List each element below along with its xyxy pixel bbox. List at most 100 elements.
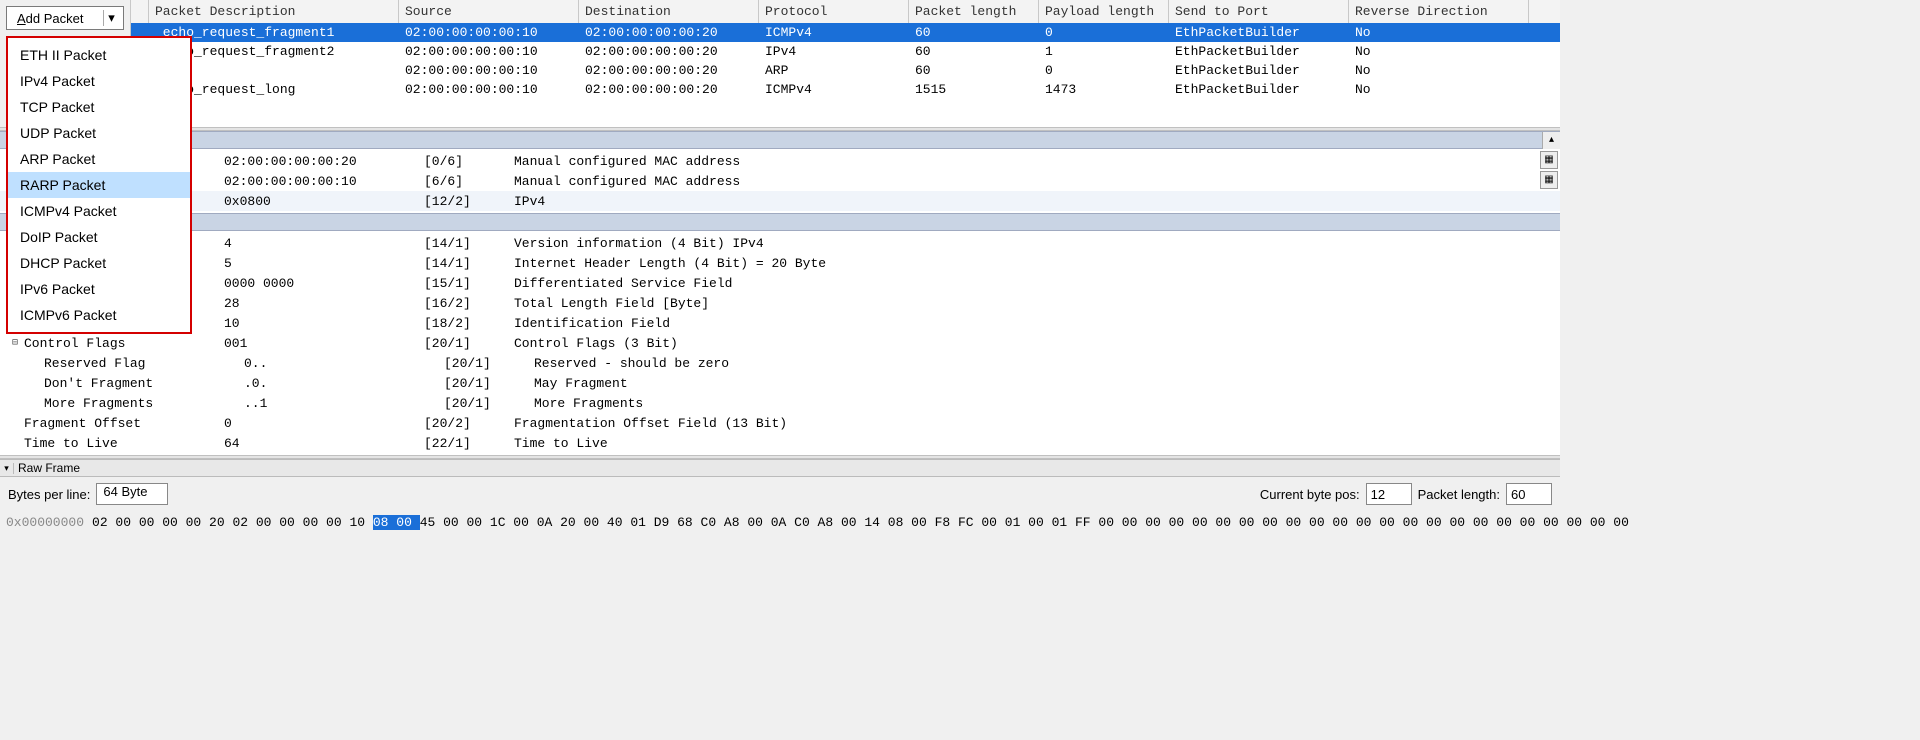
section-header-ip[interactable] — [0, 213, 1560, 231]
detail-row[interactable]: Fragment Offset0[20/2]Fragmentation Offs… — [0, 413, 1560, 433]
detail-row[interactable]: ⊞DS Field0000 0000[15/1]Differentiated S… — [0, 273, 1560, 293]
menu-item[interactable]: IPv4 Packet — [8, 68, 190, 94]
field-pos: [14/1] — [424, 256, 514, 271]
field-pos: [14/1] — [424, 236, 514, 251]
field-value: 64 — [224, 436, 424, 451]
packet-length-label: Packet length: — [1418, 487, 1500, 502]
hex-bytes-highlight: 08 00 — [373, 515, 420, 530]
field-desc: IPv4 — [514, 194, 1560, 209]
field-pos: [16/2] — [424, 296, 514, 311]
field-value: 0.. — [244, 356, 444, 371]
field-pos: [20/1] — [424, 336, 514, 351]
grid-header-cell[interactable]: Payload length — [1039, 0, 1169, 23]
field-value: .0. — [244, 376, 444, 391]
packet-length-input[interactable] — [1506, 483, 1552, 505]
field-name: More Fragments — [44, 396, 244, 411]
grid-cell: 60 — [909, 42, 1039, 61]
chevron-down-icon[interactable]: ▾ — [0, 463, 14, 474]
field-name: Reserved Flag — [44, 356, 244, 371]
table-row[interactable]: ply02:00:00:00:00:1002:00:00:00:00:20ARP… — [131, 61, 1560, 80]
grid-header: Packet DescriptionSourceDestinationProto… — [131, 0, 1560, 23]
table-row[interactable]: _echo_request_fragment202:00:00:00:00:10… — [131, 42, 1560, 61]
grid-cell: 02:00:00:00:00:10 — [399, 23, 579, 42]
table-row[interactable]: _echo_request_fragment102:00:00:00:00:10… — [131, 23, 1560, 42]
chevron-down-icon[interactable]: ▾ — [103, 10, 119, 26]
grid-header-cell[interactable]: Protocol — [759, 0, 909, 23]
field-desc: Control Flags (3 Bit) — [514, 336, 1560, 351]
field-value: ..1 — [244, 396, 444, 411]
menu-item[interactable]: ARP Packet — [8, 146, 190, 172]
detail-tree-ip: 4[14/1]Version information (4 Bit) IPv4H… — [0, 231, 1560, 455]
field-value: 10 — [224, 316, 424, 331]
grid-header-cell[interactable]: Reverse Direction — [1349, 0, 1529, 23]
scroll-up-icon[interactable]: ▴ — [1542, 132, 1560, 150]
side-button-1[interactable]: ▦ — [1540, 151, 1558, 169]
current-byte-pos-label: Current byte pos: — [1260, 487, 1360, 502]
grid-header-cell[interactable]: Send to Port — [1169, 0, 1349, 23]
detail-row[interactable]: Identification10[18/2]Identification Fie… — [0, 313, 1560, 333]
detail-row[interactable]: 02:00:00:00:00:10[6/6]Manual configured … — [0, 171, 1560, 191]
hex-dump: 0x0000000002 00 00 00 00 20 02 00 00 00 … — [0, 511, 1560, 534]
detail-row[interactable]: Time to Live64[22/1]Time to Live — [0, 433, 1560, 453]
grid-cell: No — [1349, 61, 1529, 80]
menu-item[interactable]: ICMPv4 Packet — [8, 198, 190, 224]
field-value: 5 — [224, 256, 424, 271]
grid-cell: No — [1349, 42, 1529, 61]
hex-bytes-post: 45 00 00 1C 00 0A 20 00 40 01 D9 68 C0 A… — [420, 515, 1629, 530]
grid-cell: 02:00:00:00:00:20 — [579, 80, 759, 99]
field-pos: [18/2] — [424, 316, 514, 331]
packet-grid: Packet DescriptionSourceDestinationProto… — [130, 0, 1560, 127]
detail-row[interactable]: Don't Fragment.0.[20/1]May Fragment — [0, 373, 1560, 393]
field-name: Control Flags — [24, 336, 224, 351]
menu-item[interactable]: DHCP Packet — [8, 250, 190, 276]
field-pos: [15/1] — [424, 276, 514, 291]
grid-cell: 02:00:00:00:00:20 — [579, 61, 759, 80]
field-value: 001 — [224, 336, 424, 351]
detail-row[interactable]: Header Length5[14/1]Internet Header Leng… — [0, 253, 1560, 273]
grid-cell: 1473 — [1039, 80, 1169, 99]
grid-header-cell[interactable]: Destination — [579, 0, 759, 23]
expand-icon[interactable]: ⊟ — [6, 337, 24, 349]
grid-cell: No — [1349, 23, 1529, 42]
menu-item[interactable]: RARP Packet — [8, 172, 190, 198]
grid-cell: EthPacketBuilder — [1169, 61, 1349, 80]
field-pos: [20/2] — [424, 416, 514, 431]
field-value: 0x0800 — [224, 194, 424, 209]
table-row[interactable]: _echo_request_long02:00:00:00:00:1002:00… — [131, 80, 1560, 99]
detail-row[interactable]: 02:00:00:00:00:20[0/6]Manual configured … — [0, 151, 1560, 171]
grid-header-cell[interactable] — [131, 0, 149, 23]
section-header-eth[interactable]: ▴ — [0, 131, 1560, 149]
detail-row[interactable]: More Fragments..1[20/1]More Fragments — [0, 393, 1560, 413]
detail-row[interactable]: ⊟Control Flags001[20/1]Control Flags (3 … — [0, 333, 1560, 353]
detail-row[interactable]: 4[14/1]Version information (4 Bit) IPv4 — [0, 233, 1560, 253]
side-button-2[interactable]: ▦ — [1540, 171, 1558, 189]
field-pos: [0/6] — [424, 154, 514, 169]
grid-cell: 0 — [1039, 61, 1169, 80]
detail-row[interactable]: 0x0800[12/2]IPv4 — [0, 191, 1560, 211]
grid-cell: 02:00:00:00:00:10 — [399, 61, 579, 80]
add-packet-button[interactable]: Add Packet ▾ — [6, 6, 124, 30]
menu-item[interactable]: UDP Packet — [8, 120, 190, 146]
current-byte-pos-input[interactable] — [1366, 483, 1412, 505]
menu-item[interactable]: IPv6 Packet — [8, 276, 190, 302]
field-pos: [20/1] — [444, 356, 534, 371]
field-pos: [22/1] — [424, 436, 514, 451]
menu-item[interactable]: DoIP Packet — [8, 224, 190, 250]
field-value: 0 — [224, 416, 424, 431]
grid-header-cell[interactable]: Packet length — [909, 0, 1039, 23]
grid-cell: 02:00:00:00:00:20 — [579, 23, 759, 42]
detail-row[interactable]: Total Length28[16/2]Total Length Field [… — [0, 293, 1560, 313]
grid-cell: EthPacketBuilder — [1169, 80, 1349, 99]
detail-row[interactable]: Reserved Flag0..[20/1]Reserved - should … — [0, 353, 1560, 373]
menu-item[interactable]: ICMPv6 Packet — [8, 302, 190, 328]
field-desc: More Fragments — [534, 396, 1560, 411]
bytes-per-line-select[interactable]: 64 Byte — [96, 483, 168, 505]
grid-cell: ICMPv4 — [759, 23, 909, 42]
menu-item[interactable]: ETH II Packet — [8, 42, 190, 68]
grid-header-cell[interactable]: Source — [399, 0, 579, 23]
field-pos: [6/6] — [424, 174, 514, 189]
grid-header-cell[interactable]: Packet Description — [149, 0, 399, 23]
add-packet-label: Add Packet — [11, 11, 90, 26]
menu-item[interactable]: TCP Packet — [8, 94, 190, 120]
field-desc: Identification Field — [514, 316, 1560, 331]
